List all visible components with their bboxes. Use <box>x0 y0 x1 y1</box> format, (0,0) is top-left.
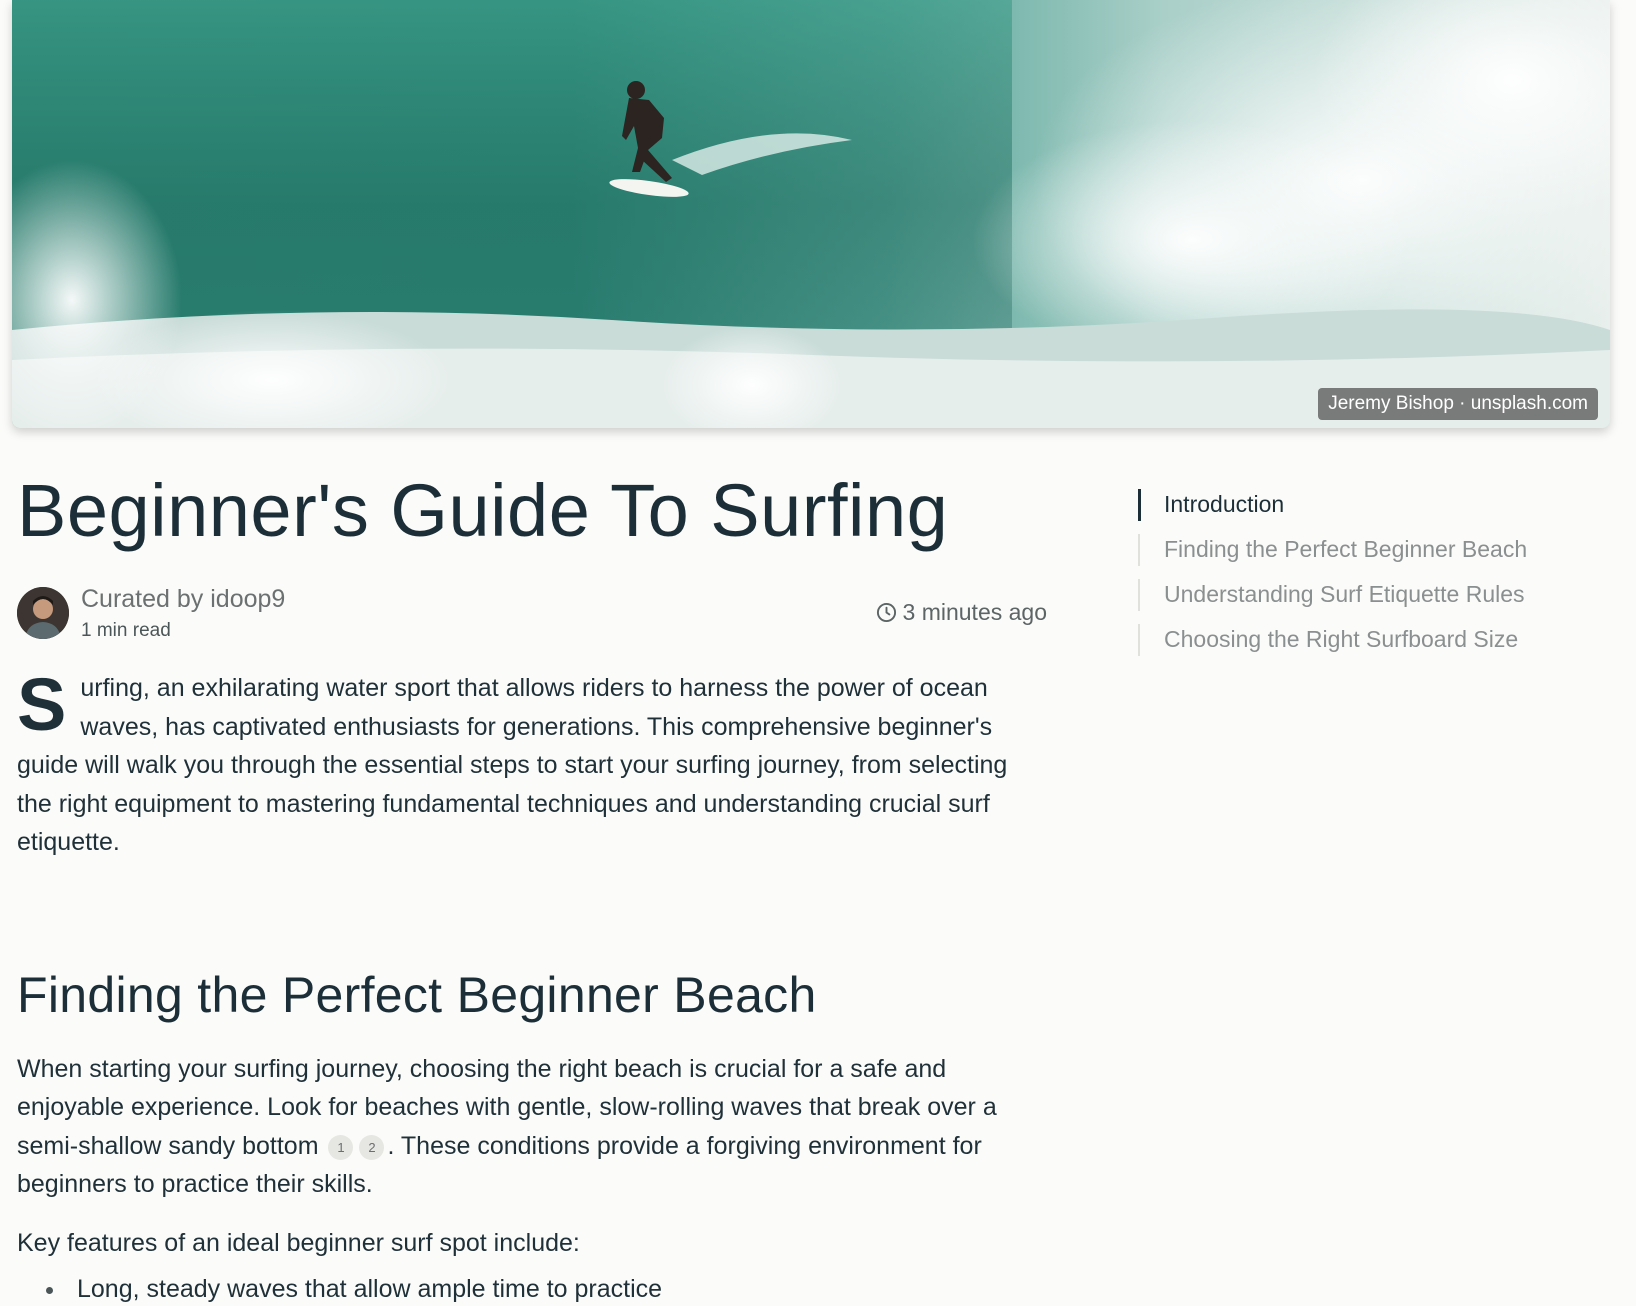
table-of-contents: Introduction Finding the Perfect Beginne… <box>1138 487 1608 667</box>
avatar-image <box>17 587 69 640</box>
avatar[interactable] <box>17 587 69 640</box>
timestamp: 3 minutes ago <box>876 599 1047 626</box>
citation-1[interactable]: 1 <box>328 1134 354 1160</box>
photo-credit[interactable]: Jeremy Bishop · unsplash.com <box>1318 388 1598 420</box>
citation-2[interactable]: 2 <box>359 1134 385 1160</box>
article-main: Beginner's Guide To Surfing Curated by i… <box>17 470 1047 1306</box>
feature-list: Long, steady waves that allow ample time… <box>17 1270 1047 1306</box>
toc-item-introduction[interactable]: Introduction <box>1138 487 1608 532</box>
section-paragraph: When starting your surfing journey, choo… <box>17 1050 1047 1204</box>
author-name[interactable]: Curated by idoop9 <box>81 585 285 614</box>
list-item: Long, steady waves that allow ample time… <box>17 1270 1047 1306</box>
toc-item-beginner-beach[interactable]: Finding the Perfect Beginner Beach <box>1138 532 1608 577</box>
article-page: Jeremy Bishop · unsplash.com Beginner's … <box>0 0 1636 1306</box>
surfer-wave-photo <box>12 0 1610 428</box>
intro-text: urfing, an exhilarating water sport that… <box>17 674 1008 857</box>
intro-paragraph: S urfing, an exhilarating water sport th… <box>17 663 1047 862</box>
section-heading-beginner-beach: Finding the Perfect Beginner Beach <box>17 966 817 1023</box>
article-meta: Curated by idoop9 1 min read 3 minutes a… <box>17 585 1047 641</box>
toc-item-surfboard-size[interactable]: Choosing the Right Surfboard Size <box>1138 622 1608 667</box>
read-time: 1 min read <box>81 620 171 642</box>
toc-item-surf-etiquette[interactable]: Understanding Surf Etiquette Rules <box>1138 577 1608 622</box>
hero-image: Jeremy Bishop · unsplash.com <box>12 0 1610 428</box>
list-intro: Key features of an ideal beginner surf s… <box>17 1228 580 1257</box>
timestamp-text: 3 minutes ago <box>902 599 1047 626</box>
page-title: Beginner's Guide To Surfing <box>17 469 949 552</box>
drop-cap: S <box>17 663 67 747</box>
clock-icon <box>876 603 896 623</box>
